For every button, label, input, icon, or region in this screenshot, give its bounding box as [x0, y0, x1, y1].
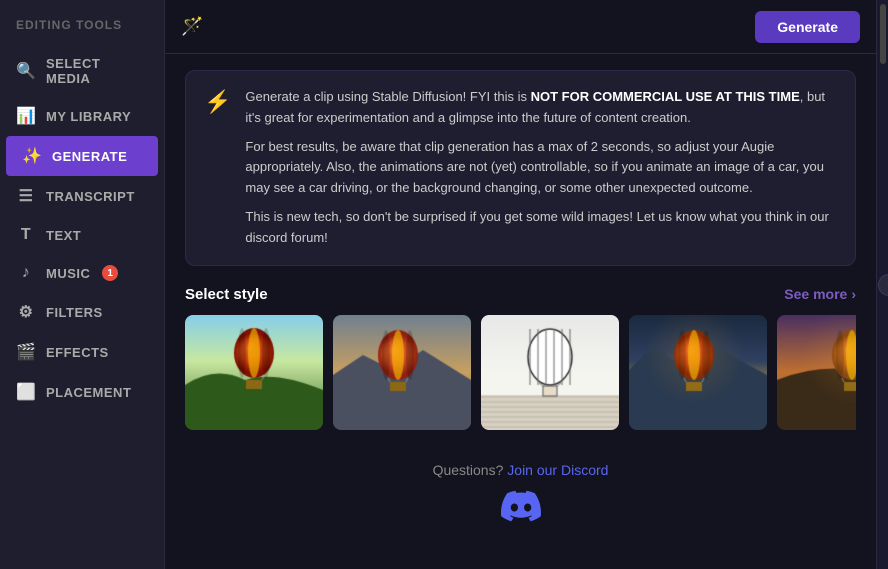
sidebar-label-my-library: MY LIBRARY [46, 109, 131, 124]
info-line2: For best results, be aware that clip gen… [245, 137, 837, 199]
sidebar: EDITING TOOLS 🔍 SELECT MEDIA 📊 MY LIBRARY ✨ G… [0, 0, 165, 569]
style-image-3[interactable] [481, 315, 619, 430]
sidebar-icon-music: ♪ [16, 264, 36, 282]
sidebar-label-effects: EFFECTS [46, 345, 109, 360]
info-line1-bold: NOT FOR COMMERCIAL USE AT THIS TIME [531, 89, 800, 104]
scrollbar-thumb [880, 4, 886, 64]
sidebar-item-select-media[interactable]: 🔍 SELECT MEDIA [0, 46, 164, 96]
sidebar-icon-text: T [16, 226, 36, 244]
sidebar-label-generate: GENERATE [52, 149, 127, 164]
discord-link[interactable]: Join our Discord [507, 462, 608, 478]
info-text: Generate a clip using Stable Diffusion! … [245, 87, 837, 249]
style-images-list [185, 315, 856, 438]
see-more-label: See more [784, 286, 847, 302]
lightning-icon: ⚡ [204, 89, 231, 115]
style-image-2[interactable] [333, 315, 471, 430]
generate-button[interactable]: Generate [755, 11, 860, 43]
sidebar-icon-effects: 🎬 [16, 342, 36, 362]
sidebar-item-filters[interactable]: ⚙ FILTERS [0, 292, 164, 332]
sidebar-item-my-library[interactable]: 📊 MY LIBRARY [0, 96, 164, 136]
sidebar-item-transcript[interactable]: ☰ TRANSCRIPT [0, 176, 164, 216]
style-section-title: Select style [185, 286, 268, 303]
sidebar-icon-placement: ⬜ [16, 382, 36, 402]
info-line3: This is new tech, so don't be surprised … [245, 207, 837, 249]
sidebar-item-placement[interactable]: ⬜ PLACEMENT [0, 372, 164, 412]
style-image-5[interactable] [777, 315, 856, 430]
sidebar-icon-my-library: 📊 [16, 106, 36, 126]
discord-question: Questions? Join our Discord [185, 462, 856, 478]
style-image-1[interactable] [185, 315, 323, 430]
main-panel: 🪄 Generate ⚡ Generate a clip using Stabl… [165, 0, 876, 569]
toolbar-left: 🪄 [181, 16, 203, 37]
sidebar-item-text[interactable]: T TEXT [0, 216, 164, 254]
toolbar: 🪄 Generate [165, 0, 876, 54]
style-header: Select style See more › [185, 286, 856, 303]
sidebar-item-music[interactable]: ♪ MUSIC 1 [0, 254, 164, 292]
sidebar-title: EDITING TOOLS [0, 8, 164, 46]
sidebar-icon-transcript: ☰ [16, 186, 36, 206]
sidebar-icon-filters: ⚙ [16, 302, 36, 322]
sidebar-icon-select-media: 🔍 [16, 61, 36, 81]
sidebar-label-music: MUSIC [46, 266, 90, 281]
discord-logo-icon [185, 486, 856, 534]
sidebar-label-placement: PLACEMENT [46, 385, 131, 400]
sidebar-label-filters: FILTERS [46, 305, 103, 320]
chevron-right-icon: › [851, 286, 856, 302]
sidebar-label-transcript: TRANSCRIPT [46, 189, 135, 204]
sidebar-icon-generate: ✨ [22, 146, 42, 166]
sidebar-item-effects[interactable]: 🎬 EFFECTS [0, 332, 164, 372]
sidebar-item-generate[interactable]: ✨ GENERATE [6, 136, 158, 176]
discord-section: Questions? Join our Discord [185, 462, 856, 550]
sidebar-label-text: TEXT [46, 228, 81, 243]
style-image-4[interactable] [629, 315, 767, 430]
info-box: ⚡ Generate a clip using Stable Diffusion… [185, 70, 856, 266]
content-area: ⚡ Generate a clip using Stable Diffusion… [165, 54, 876, 569]
see-more-button[interactable]: See more › [784, 286, 856, 302]
style-section: Select style See more › [185, 286, 856, 438]
sidebar-label-select-media: SELECT MEDIA [46, 56, 148, 86]
wand-icon: 🪄 [181, 16, 203, 37]
info-line1-normal: Generate a clip using Stable Diffusion! … [245, 89, 530, 104]
sidebar-badge-music: 1 [102, 265, 118, 281]
